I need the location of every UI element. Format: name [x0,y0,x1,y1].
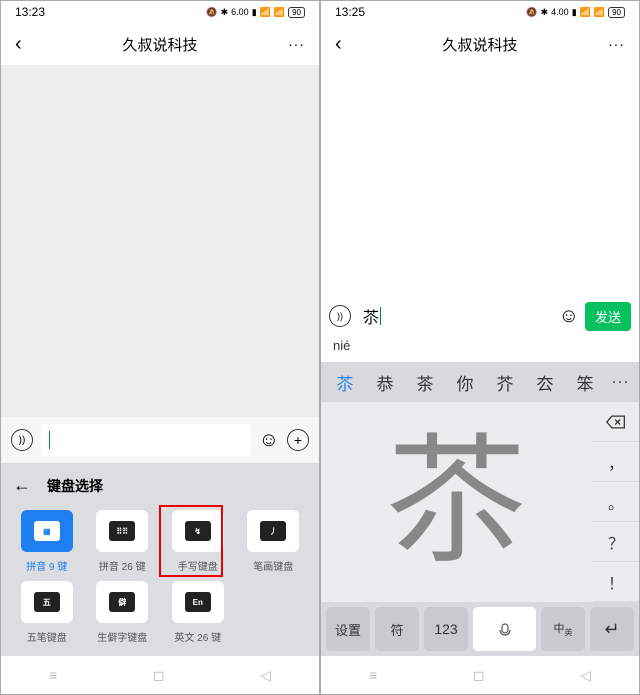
nav-home-icon[interactable]: ◻ [473,667,485,684]
side-keys: ， 。 ？ ！ [593,402,639,602]
number-key[interactable]: 123 [424,607,468,651]
handwriting-canvas[interactable]: 苶 [321,402,593,602]
chat-header: ‹ 久叔说科技 ··· [1,23,319,65]
space-key[interactable] [473,607,536,651]
status-icons: 🔕✱4.00▮📶📶 90 [526,7,625,18]
status-bar: 13:23 🔕✱6.00▮📶📶 90 [1,1,319,23]
keyboard-selector-panel: ← 键盘选择 ▦ 拼音 9 键 ⠿⠿ 拼音 26 键 ↯ 手写键盘 丿 笔画键盘… [1,463,319,656]
candidate-2[interactable]: 茶 [405,370,445,395]
nav-recent-icon[interactable]: ≡ [49,667,57,683]
candidate-5[interactable]: 厺 [525,370,565,395]
emoji-icon[interactable]: ☺ [559,305,579,328]
kb-wubi[interactable]: 五 五笔键盘 [13,581,81,644]
handwriting-area: 苶 ， 。 ？ ！ [321,402,639,602]
more-icon[interactable]: ··· [608,36,625,52]
chat-input-bar: )) 苶 ☺ 发送 [321,294,639,338]
nav-back-icon[interactable]: ◁ [580,667,591,684]
keyboard-grid: ▦ 拼音 9 键 ⠿⠿ 拼音 26 键 ↯ 手写键盘 丿 笔画键盘 五 五笔键盘… [13,510,307,644]
message-input[interactable]: 苶 [357,301,553,331]
emoji-icon[interactable]: ☺ [259,429,279,452]
chat-title: 久叔说科技 [122,34,197,55]
kb-back-icon[interactable]: ← [13,475,31,496]
back-icon[interactable]: ‹ [335,33,342,56]
kb-panel-title: 键盘选择 [47,476,103,496]
comma-key[interactable]: ， [593,442,639,482]
nav-bar: ≡ ◻ ◁ [1,656,319,694]
status-icons: 🔕✱6.00▮📶📶 90 [206,7,305,18]
candidate-0[interactable]: 苶 [325,370,365,395]
candidate-6[interactable]: 笨 [565,370,605,395]
exclaim-key[interactable]: ！ [593,562,639,602]
symbol-key[interactable]: 符 [375,607,419,651]
question-key[interactable]: ？ [593,522,639,562]
more-icon[interactable]: ··· [288,36,305,52]
plus-icon[interactable]: + [287,429,309,451]
enter-key[interactable]: ↵ [590,607,634,651]
bottom-key-row: 设置 符 123 中英 ↵ [321,602,639,656]
chat-input-bar: )) ☺ + [1,417,319,463]
chat-content [321,65,639,294]
chat-header: ‹ 久叔说科技 ··· [321,23,639,65]
kb-rare[interactable]: 僻 生僻字键盘 [89,581,157,644]
settings-key[interactable]: 设置 [326,607,370,651]
kb-pinyin9[interactable]: ▦ 拼音 9 键 [13,510,81,573]
voice-icon[interactable]: )) [11,429,33,451]
kb-handwriting[interactable]: ↯ 手写键盘 [164,510,232,573]
chat-title: 久叔说科技 [442,34,517,55]
handwritten-char: 苶 [387,432,527,572]
nav-back-icon[interactable]: ◁ [260,667,271,684]
time: 13:25 [335,5,365,19]
phone-left: 13:23 🔕✱6.00▮📶📶 90 ‹ 久叔说科技 ··· )) ☺ + ← … [0,0,320,695]
time: 13:23 [15,5,45,19]
back-icon[interactable]: ‹ [15,33,22,56]
send-button[interactable]: 发送 [585,302,631,331]
backspace-key[interactable] [593,402,639,442]
nav-home-icon[interactable]: ◻ [153,667,165,684]
chat-content [1,65,319,417]
candidate-3[interactable]: 你 [445,370,485,395]
candidate-more-icon[interactable]: ⋯ [605,372,635,393]
period-key[interactable]: 。 [593,482,639,522]
nav-recent-icon[interactable]: ≡ [369,667,377,683]
candidate-4[interactable]: 芥 [485,370,525,395]
pinyin-hint: nié [321,338,639,362]
candidate-1[interactable]: 恭 [365,370,405,395]
message-input[interactable] [41,424,251,456]
language-key[interactable]: 中英 [541,607,585,651]
voice-icon[interactable]: )) [329,305,351,327]
nav-bar: ≡ ◻ ◁ [321,656,639,694]
kb-pinyin26[interactable]: ⠿⠿ 拼音 26 键 [89,510,157,573]
status-bar: 13:25 🔕✱4.00▮📶📶 90 [321,1,639,23]
kb-english[interactable]: En 英文 26 键 [164,581,232,644]
kb-stroke[interactable]: 丿 笔画键盘 [240,510,308,573]
candidate-row: 苶 恭 茶 你 芥 厺 笨 ⋯ [321,362,639,402]
phone-right: 13:25 🔕✱4.00▮📶📶 90 ‹ 久叔说科技 ··· )) 苶 ☺ 发送… [320,0,640,695]
